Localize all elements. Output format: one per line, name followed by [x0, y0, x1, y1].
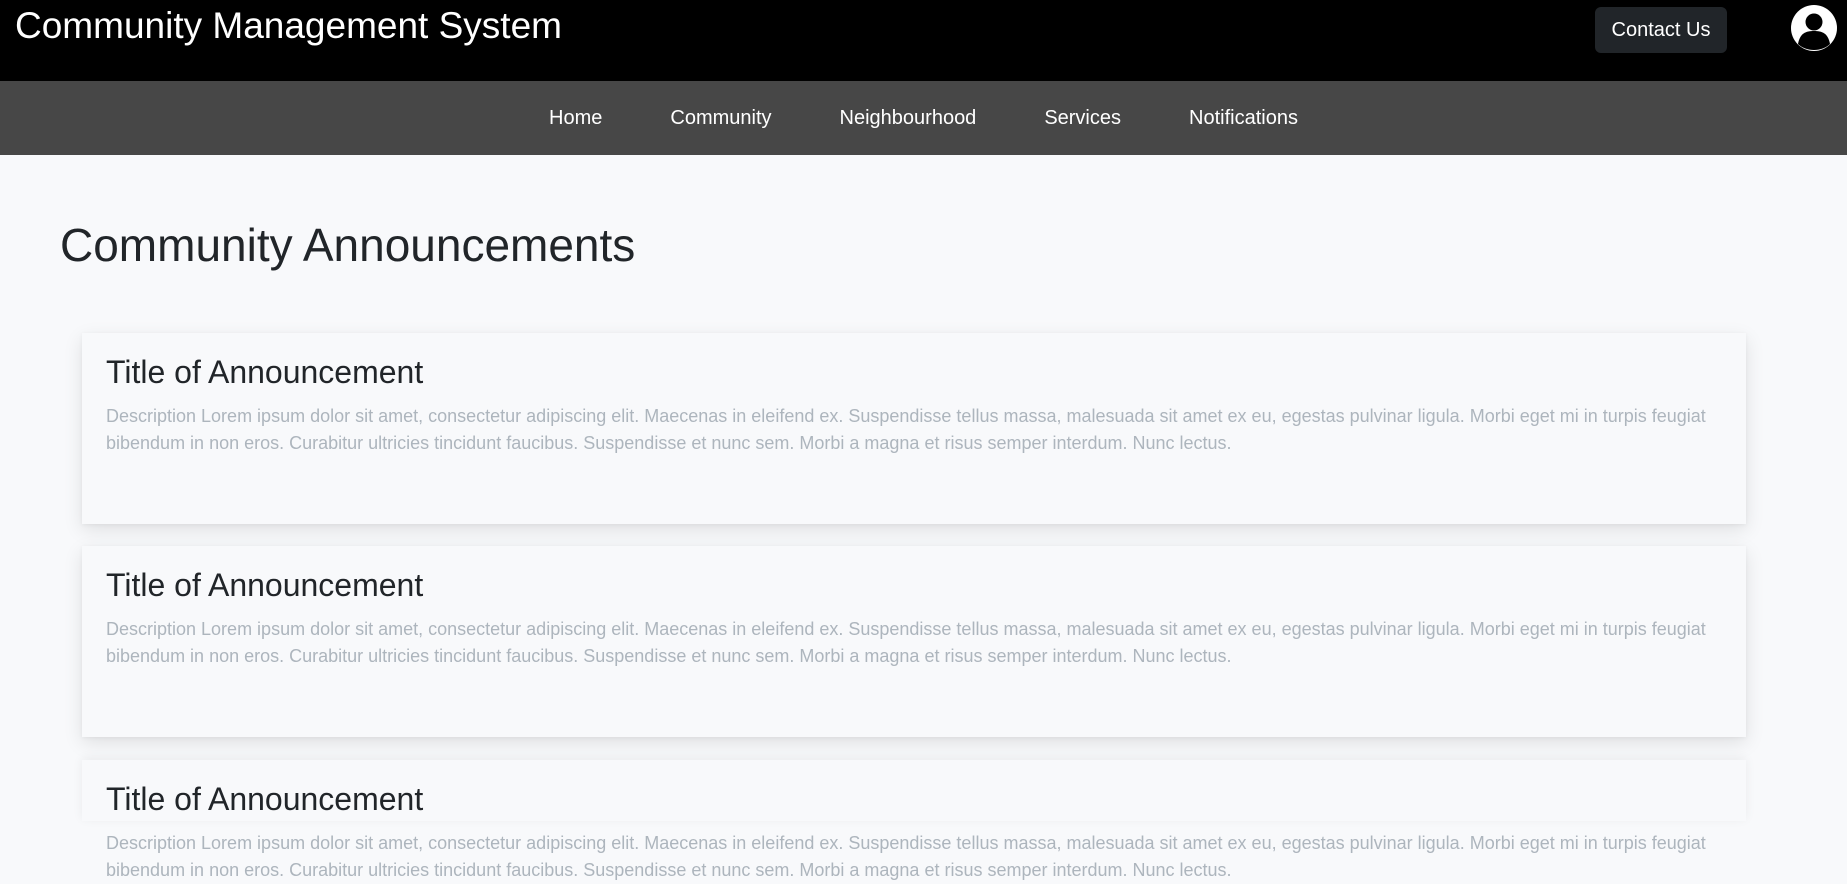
- announcement-description: Description Lorem ipsum dolor sit amet, …: [106, 833, 1706, 881]
- nav-list: Home Community Neighbourhood Services No…: [0, 81, 1847, 155]
- user-circle-icon[interactable]: [1791, 5, 1837, 51]
- announcement-card: Title of Announcement Description Lorem …: [82, 760, 1746, 880]
- top-header: Community Management System Contact Us: [0, 0, 1847, 81]
- contact-us-button[interactable]: Contact Us: [1595, 7, 1727, 53]
- announcement-title: Title of Announcement: [106, 781, 424, 817]
- site-title: Community Management System: [15, 5, 562, 46]
- announcement-title: Title of Announcement: [106, 354, 424, 390]
- nav-item-home[interactable]: Home: [515, 81, 636, 155]
- announcement-description: Description Lorem ipsum dolor sit amet, …: [106, 406, 1706, 454]
- page-title: Community Announcements: [60, 219, 636, 271]
- nav-item-notifications[interactable]: Notifications: [1155, 81, 1332, 155]
- main-navigation: Home Community Neighbourhood Services No…: [0, 81, 1847, 155]
- nav-item-community[interactable]: Community: [636, 81, 805, 155]
- announcement-description: Description Lorem ipsum dolor sit amet, …: [106, 619, 1706, 667]
- announcement-card: Title of Announcement Description Lorem …: [82, 546, 1746, 737]
- nav-item-services[interactable]: Services: [1010, 81, 1155, 155]
- announcement-title: Title of Announcement: [106, 567, 424, 603]
- announcement-card: Title of Announcement Description Lorem …: [82, 333, 1746, 524]
- nav-item-neighbourhood[interactable]: Neighbourhood: [806, 81, 1011, 155]
- user-silhouette-icon: [1798, 13, 1830, 50]
